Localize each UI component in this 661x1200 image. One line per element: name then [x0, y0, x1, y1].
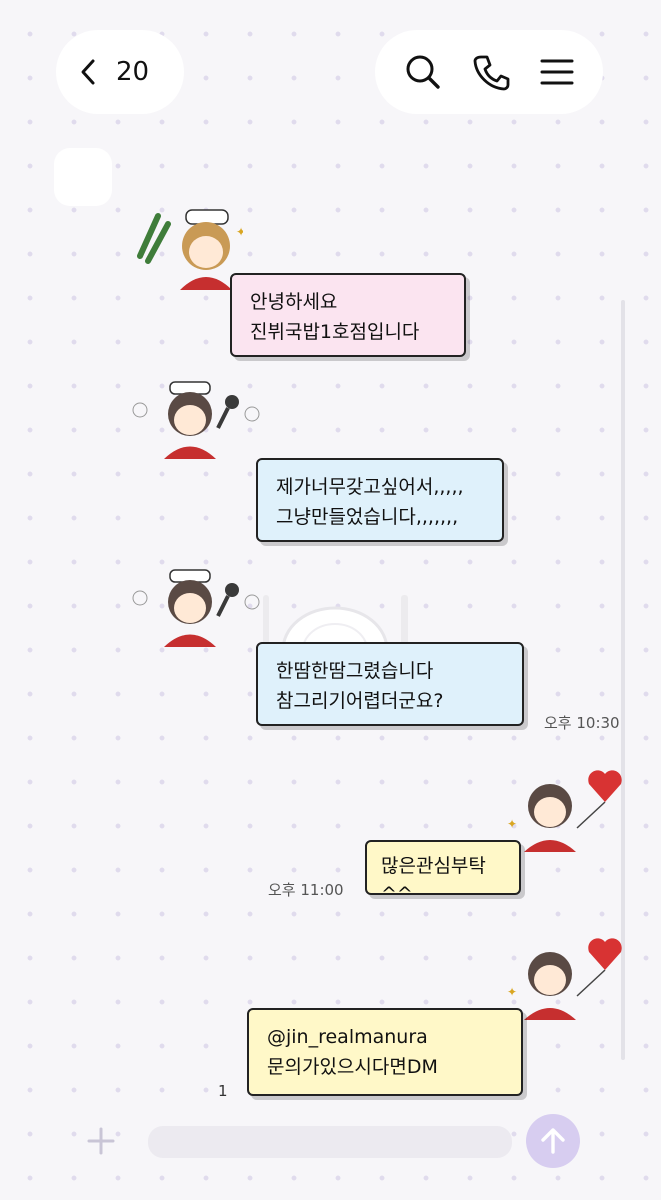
svg-text:✦: ✦: [507, 985, 517, 999]
message-bubble-1: 안녕하세요 진뷔국밥1호점입니다: [230, 273, 466, 357]
unread-count: 20: [116, 57, 150, 87]
svg-text:✦: ✦: [236, 225, 243, 239]
send-button[interactable]: [526, 1114, 580, 1168]
timestamp: 오후 11:00: [268, 881, 344, 899]
message-input[interactable]: [148, 1126, 512, 1158]
menu-icon[interactable]: [540, 57, 574, 87]
arrow-up-icon: [541, 1128, 565, 1154]
back-pill[interactable]: 20: [56, 30, 184, 114]
message-input-bar: [70, 1110, 615, 1172]
search-icon[interactable]: [404, 53, 442, 91]
header-actions: [375, 30, 603, 114]
message-bubble-2: 제가너무갖고싶어서,,,,, 그냥만들었습니다,,,,,,,: [256, 458, 504, 542]
heart-balloon-avatar-icon: ✦: [505, 936, 630, 1021]
message-bubble-5: @jin_realmanura 문의가있으시다면DM: [247, 1008, 523, 1096]
read-count: 1: [218, 1082, 228, 1100]
chef-avatar-icon: [128, 568, 263, 648]
back-chevron-icon[interactable]: [78, 58, 98, 86]
heart-balloon-avatar-icon: ✦: [505, 768, 630, 853]
plus-icon[interactable]: [70, 1110, 132, 1172]
chef-avatar-icon: [128, 380, 263, 460]
chef-avatar-icon: ✦: [128, 206, 243, 291]
profile-picture[interactable]: [54, 148, 112, 206]
svg-text:✦: ✦: [507, 817, 517, 831]
message-bubble-3: 한땀한땀그렸습니다 참그리기어렵더군요?: [256, 642, 524, 726]
message-bubble-4: 많은관심부탁^^: [365, 840, 521, 905]
timestamp: 오후 10:30: [544, 714, 620, 732]
phone-icon[interactable]: [472, 53, 510, 91]
